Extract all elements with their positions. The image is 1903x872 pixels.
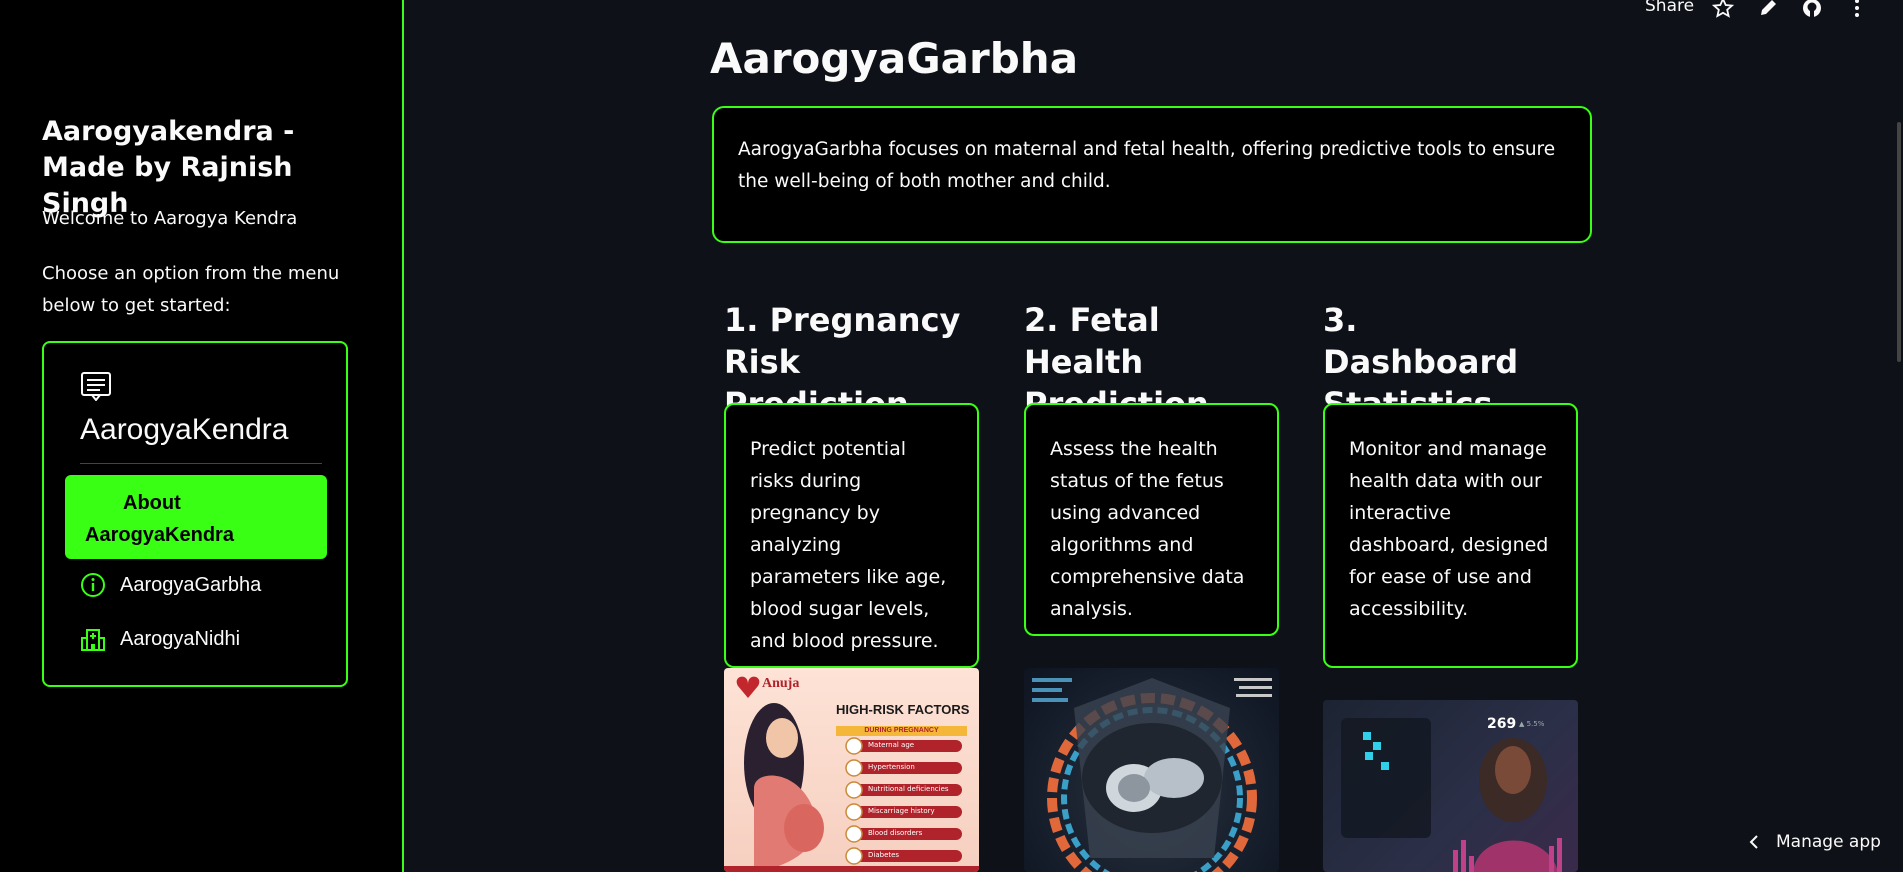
newspaper-icon — [81, 372, 111, 401]
card-dashboard: Monitor and manage health data with our … — [1323, 403, 1578, 668]
sidebar-title: Aarogyakendra - Made by Rajnish Singh — [42, 116, 295, 219]
hospital-icon — [81, 629, 105, 651]
dashboard-image: 269 ▲ 5.5% — [1323, 700, 1578, 872]
sidebar-welcome-text: Welcome to Aarogya Kendra — [42, 208, 298, 229]
manage-app-label: Manage app — [1776, 832, 1881, 852]
menu-item-aarogyanidhi[interactable]: AarogyaNidhi — [80, 621, 240, 657]
risk-factor-label: Miscarriage history — [868, 807, 935, 815]
image-heading: HIGH-RISK FACTORS — [836, 702, 970, 717]
scrollbar[interactable] — [1897, 122, 1901, 362]
page-title: AarogyaGarbha — [710, 34, 1079, 83]
image-brand: Anuja — [762, 676, 800, 691]
menu-item-aarogyagarbha[interactable]: AarogyaGarbha — [80, 567, 261, 603]
menu-item-label: AarogyaGarbha — [120, 573, 262, 596]
pregnancy-risk-image: Anuja HIGH-RISK FACTORS DURING PREGNANCY… — [724, 668, 979, 872]
menu-item-label: AarogyaNidhi — [120, 627, 241, 650]
menu-item-about[interactable]: About AarogyaKendra — [65, 475, 327, 559]
ultrasound-illustration — [1032, 678, 1272, 872]
fetal-health-image — [1024, 668, 1279, 872]
dashboard-stat-delta: ▲ 5.5% — [1519, 720, 1545, 728]
sidebar-instruction-text: Choose an option from the menu below to … — [42, 263, 340, 316]
menu-item-about-label: About AarogyaKendra — [85, 492, 234, 546]
dashboard-stat-value: 269 — [1487, 716, 1517, 732]
menu-divider — [80, 463, 322, 464]
star-icon[interactable] — [1712, 0, 1734, 19]
github-icon[interactable] — [1801, 0, 1823, 19]
card-fetal: Assess the health status of the fetus us… — [1024, 403, 1279, 636]
image-subheading: DURING PREGNANCY — [864, 727, 939, 734]
risk-factor-label: Diabetes — [868, 851, 900, 859]
option-menu: AarogyaKendra About AarogyaKendra Aarogy… — [42, 341, 348, 687]
intro-card: AarogyaGarbha focuses on maternal and fe… — [712, 106, 1592, 243]
risk-factor-label: Blood disorders — [868, 829, 923, 837]
risk-factor-label: Hypertension — [868, 763, 915, 771]
share-button[interactable]: Share — [1645, 0, 1694, 16]
more-vert-icon[interactable] — [1846, 0, 1868, 19]
manage-app-button[interactable]: Manage app — [1748, 832, 1881, 852]
menu-title: AarogyaKendra — [80, 413, 289, 446]
edit-icon[interactable] — [1757, 0, 1779, 19]
pregnant-woman-illustration — [724, 676, 979, 872]
risk-factor-label: Maternal age — [868, 741, 915, 749]
risk-factor-label: Nutritional deficiencies — [868, 785, 949, 793]
chevron-left-icon — [1749, 835, 1758, 849]
card-pregnancy: Predict potential risks during pregnancy… — [724, 403, 979, 668]
info-circle-icon — [81, 573, 105, 597]
sidebar: Aarogyakendra - Made by Rajnish Singh We… — [0, 0, 404, 872]
